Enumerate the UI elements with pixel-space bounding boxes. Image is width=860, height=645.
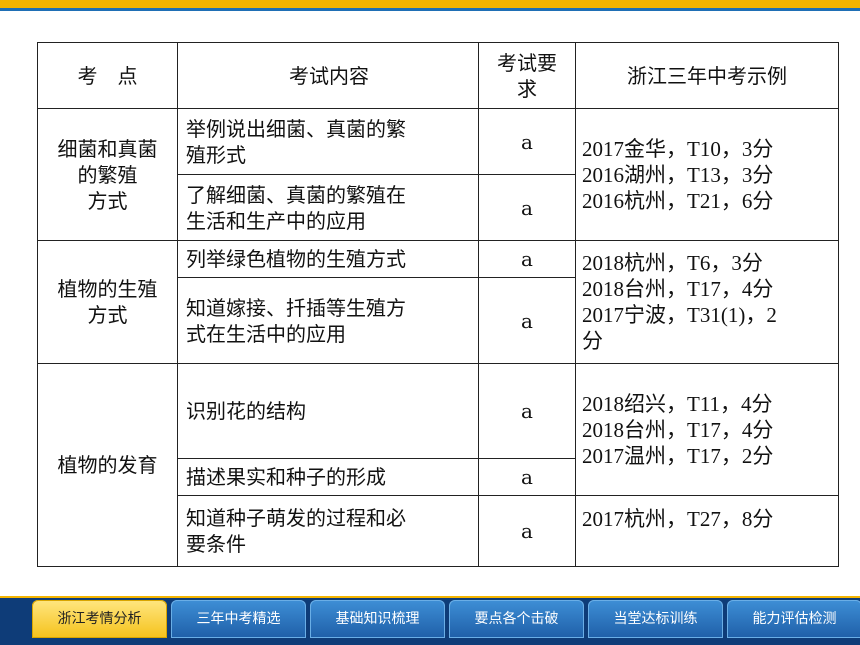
bottom-nav-accent-line: [0, 596, 860, 598]
examples-cell: 2018杭州，T6，3分 2018台州，T17，4分 2017宁波，T31(1)…: [575, 240, 839, 364]
topic-line: 方式: [87, 188, 128, 213]
content-line: 知道嫁接、扦插等生殖方: [186, 295, 406, 320]
bottom-nav-tabs: 浙江考情分析 三年中考精选 基础知识梳理 要点各个击破 当堂达标训练 能力评估检…: [32, 600, 860, 640]
example-line: 2017杭州，T27，8分: [582, 507, 774, 531]
example-line: 2016杭州，T21，6分: [582, 188, 774, 213]
topic-cell: 植物的发育: [37, 363, 178, 567]
example-line: 2016湖州，T13，3分: [582, 162, 774, 187]
header-exam-point: 考 点: [37, 42, 178, 109]
header-requirement-line-1: 考试要: [497, 50, 557, 75]
content-line: 举例说出细菌、真菌的繁: [186, 116, 406, 141]
topic-line: 方式: [87, 303, 128, 327]
example-line: 2017宁波，T31(1)，2: [582, 303, 777, 327]
content-cell: 识别花的结构: [177, 363, 479, 459]
exam-points-table: 考 点 考试内容 考试要 求 浙江三年中考示例 细菌和真菌 的繁殖 方式 举例说…: [37, 42, 839, 567]
tab-basic-knowledge[interactable]: 基础知识梳理: [310, 600, 445, 638]
table-header-row: 考 点 考试内容 考试要 求 浙江三年中考示例: [37, 42, 839, 109]
requirement-cell: a: [478, 108, 576, 175]
content-cell: 举例说出细菌、真菌的繁 殖形式: [177, 108, 479, 175]
examples-cell: 2017金华，T10，3分 2016湖州，T13，3分 2016杭州，T21，6…: [575, 108, 839, 241]
content-line: 殖形式: [186, 142, 246, 167]
tab-ability-assessment[interactable]: 能力评估检测: [727, 600, 860, 638]
header-exam-content: 考试内容: [177, 42, 479, 109]
example-line: 2018杭州，T6，3分: [582, 251, 763, 275]
tab-zhejiang-analysis[interactable]: 浙江考情分析: [32, 600, 167, 638]
topic-cell: 植物的生殖 方式: [37, 240, 178, 364]
example-line: 分: [582, 329, 603, 353]
content-line: 了解细菌、真菌的繁殖在: [186, 182, 406, 207]
header-exam-requirement: 考试要 求: [478, 42, 576, 109]
tab-three-year-selection[interactable]: 三年中考精选: [171, 600, 306, 638]
requirement-cell: a: [478, 495, 576, 567]
top-accent-bar: [0, 0, 860, 8]
top-accent-line: [0, 8, 860, 11]
example-line: 2018绍兴，T11，4分: [582, 391, 773, 416]
requirement-cell: a: [478, 240, 576, 278]
content-line: 描述果实和种子的形成: [186, 465, 386, 489]
tab-key-points[interactable]: 要点各个击破: [449, 600, 584, 638]
content-line: 知道种子萌发的过程和必: [186, 506, 406, 530]
content-line: 列举绿色植物的生殖方式: [186, 247, 406, 271]
content-cell: 了解细菌、真菌的繁殖在 生活和生产中的应用: [177, 174, 479, 241]
header-zhejiang-examples: 浙江三年中考示例: [575, 42, 839, 109]
header-requirement-line-2: 求: [517, 76, 537, 101]
content-cell: 描述果实和种子的形成: [177, 458, 479, 496]
content-line: 识别花的结构: [186, 399, 306, 423]
example-line: 2017金华，T10，3分: [582, 136, 774, 161]
table-row: 植物的生殖 方式 列举绿色植物的生殖方式 a 2018杭州，T6，3分 2018…: [37, 240, 839, 364]
tab-in-class-training[interactable]: 当堂达标训练: [588, 600, 723, 638]
content-cell: 列举绿色植物的生殖方式: [177, 240, 479, 278]
requirement-cell: a: [478, 277, 576, 364]
requirement-cell: a: [478, 458, 576, 496]
example-line: 2018台州，T17，4分: [582, 277, 774, 301]
example-line: 2018台州，T17，4分: [582, 417, 774, 442]
content-cell: 知道嫁接、扦插等生殖方 式在生活中的应用: [177, 277, 479, 364]
example-line: 2017温州，T17，2分: [582, 443, 774, 468]
topic-line: 植物的生殖: [57, 277, 158, 301]
table-row: 植物的发育 识别花的结构 a 2018绍兴，T11，4分 2018台州，T17，…: [37, 363, 839, 567]
content-line: 式在生活中的应用: [186, 321, 346, 346]
topic-line: 的繁殖: [77, 162, 138, 187]
topic-cell: 细菌和真菌 的繁殖 方式: [37, 108, 178, 241]
table-row: 细菌和真菌 的繁殖 方式 举例说出细菌、真菌的繁 殖形式 a 2017金华，T1…: [37, 108, 839, 241]
content-cell: 知道种子萌发的过程和必 要条件: [177, 495, 479, 567]
topic-line: 细菌和真菌: [57, 136, 158, 161]
requirement-cell: a: [478, 174, 576, 241]
examples-cell: 2017杭州，T27，8分: [575, 495, 839, 567]
content-line: 要条件: [186, 532, 246, 556]
examples-cell: 2018绍兴，T11，4分 2018台州，T17，4分 2017温州，T17，2…: [575, 363, 839, 496]
content-line: 生活和生产中的应用: [186, 208, 366, 233]
requirement-cell: a: [478, 363, 576, 459]
